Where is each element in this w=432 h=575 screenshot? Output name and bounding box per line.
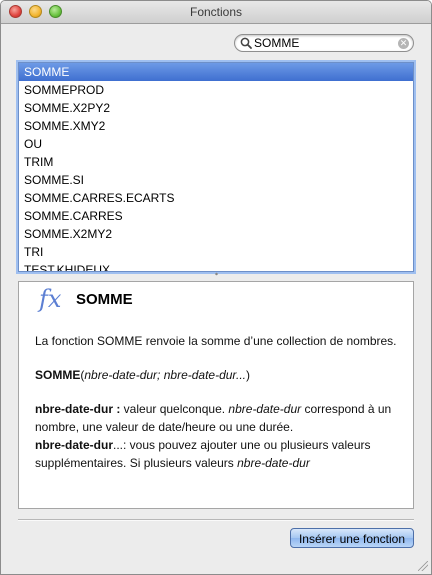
function-list-item[interactable]: SOMME [19, 63, 413, 81]
splitter-handle[interactable] [214, 272, 219, 276]
clear-search-icon[interactable]: ✕ [398, 38, 409, 49]
function-summary: La fonction SOMME renvoie la somme d’une… [35, 334, 397, 348]
description-body: La fonction SOMME renvoie la somme d’une… [35, 332, 399, 472]
function-list-item[interactable]: SOMME.X2PY2 [19, 99, 413, 117]
function-fx-icon: fx [39, 285, 62, 313]
magnifier-icon [240, 37, 252, 49]
functions-window: Fonctions ✕ SOMMESOMMEPRODSOMME.X2PY2SOM… [0, 0, 432, 575]
insert-function-button[interactable]: Insérer une fonction [290, 528, 414, 548]
function-list-item[interactable]: SOMMEPROD [19, 81, 413, 99]
search-input[interactable] [254, 36, 392, 50]
function-list[interactable]: SOMME SOMMEPROD SOMME.X2PY2 SOMME.XMY2 OU TRI… [18, 62, 414, 272]
function-list-item[interactable]: OU [19, 135, 413, 153]
resize-grip-icon[interactable] [418, 561, 428, 571]
title-bar[interactable]: Fonctions [1, 1, 431, 24]
function-list-item[interactable]: SOMME.CARRES [19, 207, 413, 225]
function-list-item[interactable]: SOMME.XMY2 [19, 117, 413, 135]
function-list-item[interactable]: SOMME.SI [19, 171, 413, 189]
footer-separator [18, 519, 414, 521]
function-syntax: SOMME(nbre-date-dur; nbre-date-dur...) [35, 368, 250, 382]
function-list-item[interactable]: TEST.KHIDEUX [19, 261, 413, 271]
search-field[interactable]: ✕ [234, 34, 414, 52]
function-list-item[interactable]: SOMME.X2MY2 [19, 225, 413, 243]
argument-2-description: nbre-date-dur...: vous pouvez ajouter un… [35, 438, 371, 470]
function-list-item[interactable]: SOMME.CARRES.ECARTS [19, 189, 413, 207]
argument-1-description: nbre-date-dur : valeur quelconque. nbre-… [35, 402, 392, 434]
function-list-item[interactable]: TRIM [19, 153, 413, 171]
function-name-heading: SOMME [76, 291, 133, 308]
function-list-item[interactable]: TRI [19, 243, 413, 261]
function-description-panel: fx SOMME La fonction SOMME renvoie la so… [18, 281, 414, 509]
window-title: Fonctions [189, 5, 243, 19]
